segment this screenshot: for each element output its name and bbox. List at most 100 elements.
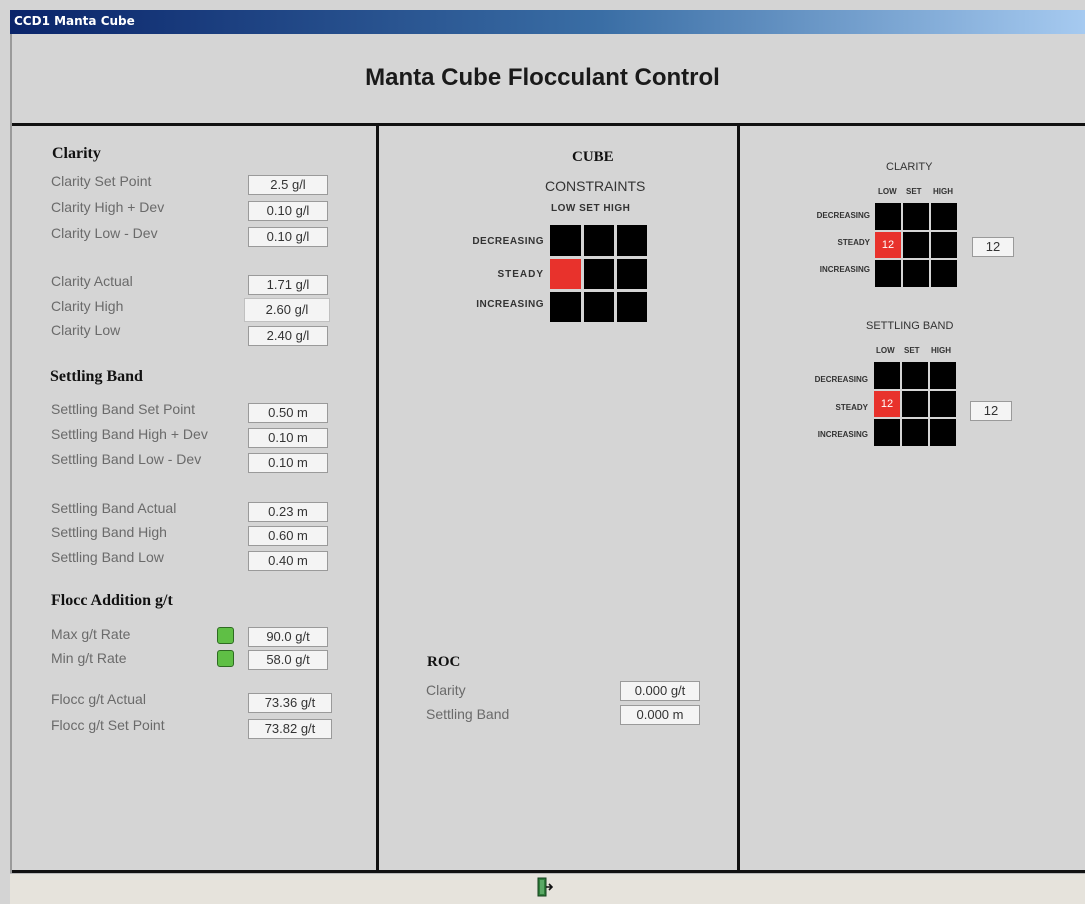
roc-clarity-value: 0.000 g/t <box>620 681 700 701</box>
clarity-set-point-label: Clarity Set Point <box>51 173 152 189</box>
clarity-low-dev-value: 0.10 g/l <box>248 227 328 247</box>
max-rate-label: Max g/t Rate <box>51 626 131 642</box>
settling-cell-decreasing-high <box>930 362 956 389</box>
clarity-cube-col-low: LOW <box>878 187 897 196</box>
roc-settling-band-value: 0.000 m <box>620 705 700 725</box>
settling-set-point-label: Settling Band Set Point <box>51 401 195 417</box>
cube-cell-decreasing-set <box>584 225 614 256</box>
settling-cube-col-high: HIGH <box>931 346 951 355</box>
clarity-cube-title: CLARITY <box>886 161 933 173</box>
settling-cube-col-set: SET <box>904 346 920 355</box>
max-rate-status-indicator <box>217 627 234 644</box>
clarity-high-value: 2.60 g/l <box>244 298 330 322</box>
cube-row-label-increasing: INCREASING <box>476 299 544 310</box>
clarity-cell-steady-set <box>903 232 929 258</box>
clarity-cell-steady-high <box>931 232 957 258</box>
exit-door-icon[interactable] <box>537 877 554 897</box>
min-rate-label: Min g/t Rate <box>51 650 127 666</box>
cube-subtitle: CONSTRAINTS <box>545 178 646 194</box>
settling-cell-steady-low-active: 12 <box>874 391 900 417</box>
roc-heading: ROC <box>427 654 461 670</box>
flocc-actual-value: 73.36 g/t <box>248 693 332 713</box>
settling-set-point-value: 0.50 m <box>248 403 328 423</box>
cube-column-labels: LOW SET HIGH <box>551 203 631 214</box>
settling-cube-row-increasing: INCREASING <box>817 430 868 439</box>
flocc-actual-label: Flocc g/t Actual <box>51 691 146 707</box>
window-title: CCD1 Manta Cube <box>14 14 135 28</box>
roc-settling-band-label: Settling Band <box>426 706 510 722</box>
settling-cell-increasing-high <box>930 419 956 446</box>
settling-cube-grid: 12 <box>873 361 957 447</box>
settling-cell-steady-high <box>930 391 956 417</box>
clarity-cell-increasing-set <box>903 260 929 287</box>
cube-cell-steady-low-active <box>550 259 581 289</box>
settling-actual-label: Settling Band Actual <box>51 500 177 516</box>
clarity-high-label: Clarity High <box>51 298 124 314</box>
settling-high-value: 0.60 m <box>248 526 328 546</box>
cube-cell-increasing-set <box>584 292 614 322</box>
cube-cell-increasing-high <box>617 292 647 322</box>
settling-actual-value: 0.23 m <box>248 502 328 522</box>
cube-cell-increasing-low <box>550 292 581 322</box>
cube-cell-steady-set <box>584 259 614 289</box>
settling-cell-steady-set <box>902 391 928 417</box>
settling-high-dev-label: Settling Band High + Dev <box>51 426 208 442</box>
clarity-heading: Clarity <box>52 145 101 162</box>
roc-clarity-label: Clarity <box>426 682 466 698</box>
settling-cell-increasing-set <box>902 419 928 446</box>
clarity-cell-decreasing-high <box>931 203 957 230</box>
clarity-cube-col-high: HIGH <box>933 187 953 196</box>
clarity-high-dev-label: Clarity High + Dev <box>51 199 165 215</box>
flocc-addition-heading: Flocc Addition g/t <box>51 592 173 609</box>
clarity-cube-row-steady: STEADY <box>837 238 870 247</box>
clarity-cube-row-decreasing: DECREASING <box>816 211 870 220</box>
clarity-low-label: Clarity Low <box>51 322 121 338</box>
window-title-bar[interactable]: CCD1 Manta Cube <box>10 10 1085 34</box>
cube-cell-steady-high <box>617 259 647 289</box>
clarity-actual-value: 1.71 g/l <box>248 275 328 295</box>
flocc-set-point-label: Flocc g/t Set Point <box>51 717 165 733</box>
settling-low-dev-value: 0.10 m <box>248 453 328 473</box>
settling-cell-increasing-low <box>874 419 900 446</box>
settling-cell-decreasing-set <box>902 362 928 389</box>
settling-cube-col-low: LOW <box>876 346 895 355</box>
page-title: Manta Cube Flocculant Control <box>365 64 720 91</box>
settling-cube-row-steady: STEADY <box>835 403 868 412</box>
cube-title: CUBE <box>572 149 614 165</box>
clarity-actual-label: Clarity Actual <box>51 273 133 289</box>
panel-top-divider <box>12 123 1085 126</box>
settling-cube-output: 12 <box>970 401 1012 421</box>
clarity-cell-increasing-high <box>931 260 957 287</box>
settling-cube-title: SETTLING BAND <box>866 320 954 332</box>
cube-cell-decreasing-high <box>617 225 647 256</box>
flocc-set-point-value: 73.82 g/t <box>248 719 332 739</box>
clarity-cell-decreasing-set <box>903 203 929 230</box>
settling-cell-decreasing-low <box>874 362 900 389</box>
settling-low-value: 0.40 m <box>248 551 328 571</box>
settling-high-label: Settling Band High <box>51 524 167 540</box>
clarity-cube-grid: 12 <box>874 202 958 288</box>
settling-high-dev-value: 0.10 m <box>248 428 328 448</box>
min-rate-status-indicator <box>217 650 234 667</box>
settling-low-dev-label: Settling Band Low - Dev <box>51 451 202 467</box>
panel-divider-right <box>737 123 740 873</box>
cube-row-label-steady: STEADY <box>497 269 544 280</box>
max-rate-value: 90.0 g/t <box>248 627 328 647</box>
clarity-cube-row-increasing: INCREASING <box>819 265 870 274</box>
clarity-cube-col-set: SET <box>906 187 922 196</box>
clarity-cell-increasing-low <box>875 260 901 287</box>
cube-cell-decreasing-low <box>550 225 581 256</box>
clarity-cube-output: 12 <box>972 237 1014 257</box>
settling-band-heading: Settling Band <box>50 368 143 385</box>
min-rate-value: 58.0 g/t <box>248 650 328 670</box>
cube-constraint-grid <box>548 223 649 324</box>
cube-row-label-decreasing: DECREASING <box>472 236 544 247</box>
clarity-low-dev-label: Clarity Low - Dev <box>51 225 158 241</box>
clarity-low-value: 2.40 g/l <box>248 326 328 346</box>
clarity-cell-decreasing-low <box>875 203 901 230</box>
panel-divider-left <box>376 123 379 873</box>
settling-cube-row-decreasing: DECREASING <box>814 375 868 384</box>
settling-low-label: Settling Band Low <box>51 549 164 565</box>
clarity-cell-steady-low-active: 12 <box>875 232 901 258</box>
clarity-high-dev-value: 0.10 g/l <box>248 201 328 221</box>
